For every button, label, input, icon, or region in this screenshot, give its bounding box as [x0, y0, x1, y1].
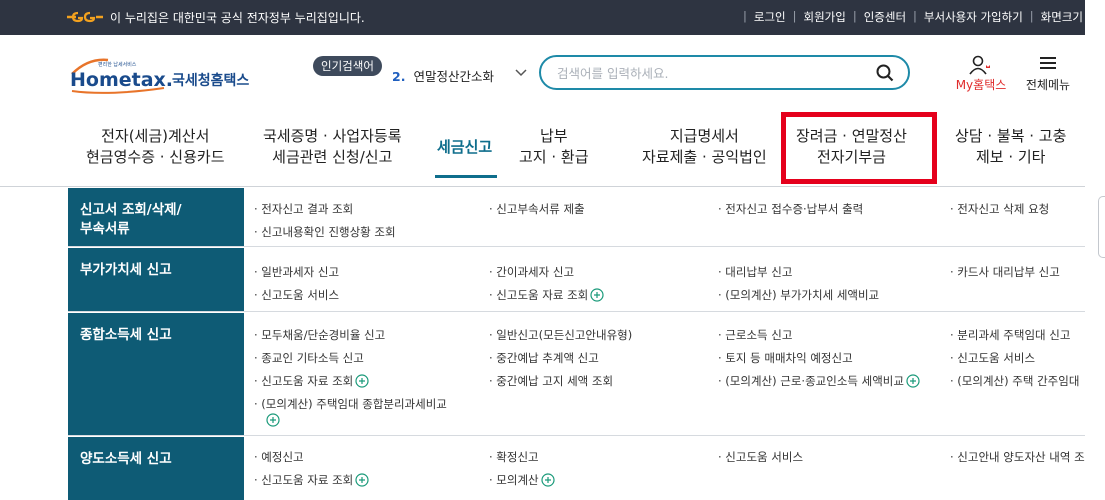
popular-search-badge: 인기검색어 [313, 56, 382, 76]
menu-link[interactable]: · 신고도움 서비스 [950, 350, 1035, 366]
menu-link[interactable]: · 확정신고 [489, 449, 539, 465]
hometax-logo-icon: 편리한 납세서비스 Hometax. [70, 58, 172, 94]
popular-search-text: 연말정산간소화 [413, 69, 494, 84]
menu-link[interactable]: · (모의계산) 주택 간주임대 [950, 373, 1079, 389]
nav-item-consultation[interactable]: 상담 · 불복 · 고충 제보 · 기타 [955, 126, 1066, 168]
popular-search-rank: 2. [392, 69, 406, 84]
expand-plus-icon[interactable] [266, 413, 280, 427]
category-row-income-tax: 종합소득세 신고 · 모두채움/단순경비율 신고 · 일반신고(모든신고안내유형… [68, 313, 1085, 436]
expand-plus-icon[interactable] [541, 473, 555, 487]
menu-link[interactable]: · 토지 등 매매차익 예정신고 [718, 350, 853, 366]
search-input[interactable] [557, 64, 867, 82]
svg-text:편리한 납세서비스: 편리한 납세서비스 [98, 61, 137, 68]
nav-item-payment[interactable]: 납부 고지 · 환급 [519, 126, 589, 168]
menu-link[interactable]: · 신고도움 서비스 [718, 449, 803, 465]
menu-link-with-expand[interactable]: · 신고도움 자료 조회 [254, 472, 369, 488]
expand-plus-icon[interactable] [590, 288, 604, 302]
menu-link[interactable]: · 일반과세자 신고 [254, 264, 339, 280]
menu-link[interactable]: · 분리과세 주택임대 신고 [950, 327, 1070, 343]
all-menu-button[interactable]: 전체메뉴 [1018, 52, 1078, 94]
nav-item-e-invoice[interactable]: 전자(세금)계산서 현금영수증 · 신용카드 [86, 126, 225, 168]
expand-plus-icon[interactable] [355, 473, 369, 487]
signup-link[interactable]: 회원가입 [804, 9, 846, 25]
login-link[interactable]: 로그인 [754, 9, 786, 25]
category-row-capital-gains: 양도소득세 신고 · 예정신고 · 확정신고 · 신고도움 서비스 · 신고안내… [68, 437, 1085, 500]
search-box [539, 55, 910, 90]
expand-plus-icon[interactable] [906, 374, 920, 388]
expand-plus-icon[interactable] [355, 374, 369, 388]
menu-link-with-expand[interactable]: · 신고도움 자료 조회 [489, 287, 604, 303]
menu-link[interactable]: · 간이과세자 신고 [489, 264, 574, 280]
active-tab-indicator [435, 175, 497, 178]
side-scroll-tab[interactable] [1098, 196, 1105, 258]
search-icon[interactable] [876, 64, 894, 82]
svg-text:Hometax.: Hometax. [70, 69, 172, 91]
menu-link[interactable]: · 신고도움 서비스 [254, 287, 339, 303]
all-menu-label: 전체메뉴 [1025, 78, 1071, 92]
menu-link[interactable]: · 근로소득 신고 [718, 327, 792, 343]
menu-link[interactable]: · 신고부속서류 제출 [489, 201, 585, 217]
gov-notice: 이 누리집은 대한민국 공식 전자정부 누리집입니다. [110, 11, 365, 25]
menu-link-with-expand[interactable]: · 모의계산 [489, 472, 555, 488]
screen-size-link[interactable]: 화면크기 [1041, 9, 1083, 25]
my-hometax-button[interactable]: My홈택스 [951, 52, 1011, 94]
department-user-signup-link[interactable]: 부서사용자 가입하기 [924, 9, 1023, 25]
logo-korean-name: 국세청홈택스 [172, 73, 250, 89]
menu-link[interactable]: · 일반신고(모든신고안내유형) [489, 327, 632, 343]
menu-link-with-expand[interactable]: · (모의계산) 근로·종교인소득 세액비교 [718, 373, 920, 389]
gov-bar: 이 누리집은 대한민국 공식 전자정부 누리집입니다. | 로그인 | 회원가입… [0, 0, 1085, 35]
user-icon [969, 55, 990, 75]
highlight-box [781, 112, 937, 184]
menu-link[interactable]: · 신고내용확인 진행상황 조회 [254, 224, 396, 240]
menu-link[interactable]: · 전자신고 삭제 요청 [950, 201, 1049, 217]
menu-link[interactable]: · (모의계산) 주택임대 종합분리과세비교 [254, 396, 447, 412]
menu-link-with-expand[interactable]: · 신고도움 자료 조회 [254, 373, 369, 389]
category-label: 양도소득세 신고 [68, 437, 244, 500]
my-hometax-label: My홈택스 [955, 78, 1007, 92]
category-label: 신고서 조회/삭제/ 부속서류 [68, 188, 244, 246]
category-label: 종합소득세 신고 [68, 313, 244, 435]
nav-item-tax-filing[interactable]: 세금신고 [437, 137, 492, 158]
menu-link[interactable]: · 중간예납 고지 세액 조회 [489, 373, 613, 389]
category-row-vat: 부가가치세 신고 · 일반과세자 신고 · 간이과세자 신고 · 대리납부 신고… [68, 248, 1085, 312]
certificate-center-link[interactable]: 인증센터 [864, 9, 906, 25]
menu-link[interactable]: · 전자신고 접수증·납부서 출력 [718, 201, 863, 217]
menu-link[interactable]: · 카드사 대리납부 신고 [950, 264, 1060, 280]
menu-link[interactable]: · 모두채움/단순경비율 신고 [254, 327, 385, 343]
menu-link[interactable]: · 전자신고 결과 조회 [254, 201, 353, 217]
popular-search-term[interactable]: 2. 연말정산간소화 [392, 66, 494, 85]
hamburger-menu-icon [1040, 57, 1056, 69]
menu-link[interactable]: · 신고안내 양도자산 내역 조 [950, 449, 1085, 465]
utility-links: | 로그인 | 회원가입 | 인증센터 | 부서사용자 가입하기 | 화면크기 [743, 9, 1083, 25]
nav-item-tax-certificate[interactable]: 국세증명 · 사업자등록 세금관련 신청/신고 [263, 126, 402, 168]
category-label: 부가가치세 신고 [68, 248, 244, 311]
menu-link[interactable]: · (모의계산) 부가가치세 세액비교 [718, 287, 879, 303]
menu-link[interactable]: · 중간예납 추계액 신고 [489, 350, 599, 366]
gov-logo-icon [67, 11, 103, 23]
category-row-return-inquiry: 신고서 조회/삭제/ 부속서류 · 전자신고 결과 조회 · 신고부속서류 제출… [68, 188, 1085, 247]
menu-link[interactable]: · 대리납부 신고 [718, 264, 792, 280]
menu-link[interactable]: · 종교인 기타소득 신고 [254, 350, 364, 366]
menu-link[interactable]: · 예정신고 [254, 449, 304, 465]
chevron-down-icon[interactable] [514, 66, 528, 80]
hometax-logo[interactable]: 편리한 납세서비스 Hometax. 국세청홈택스 [68, 56, 258, 96]
nav-item-payment-statement[interactable]: 지급명세서 자료제출 · 공익법인 [642, 126, 767, 168]
